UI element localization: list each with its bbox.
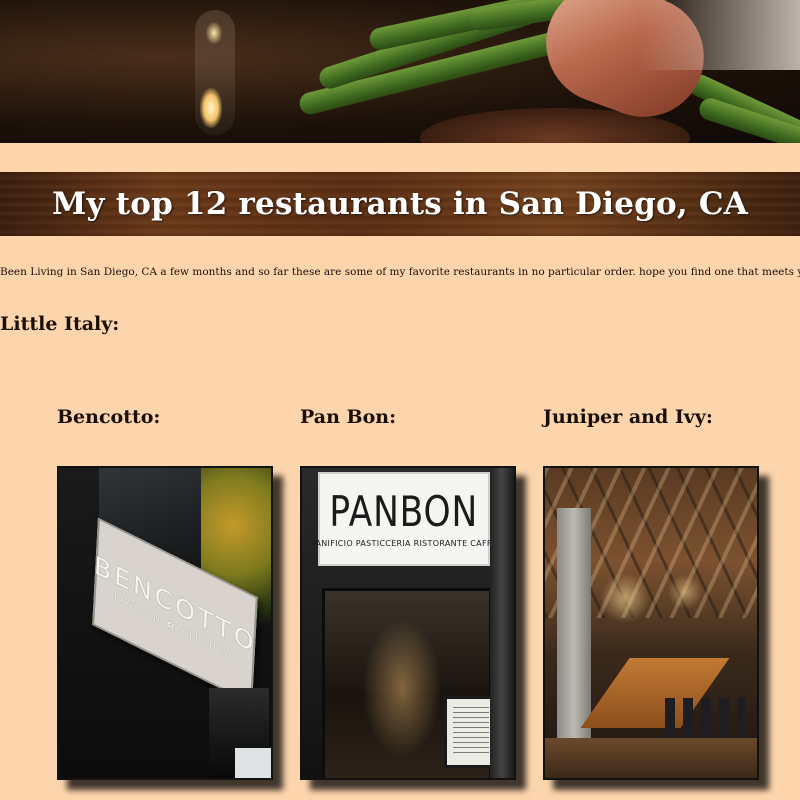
- restaurant-photo-pan-bon[interactable]: PANBON PANIFICIO PASTICCERIA RISTORANTE …: [300, 466, 516, 780]
- pendant-lights: [595, 568, 745, 628]
- restaurant-name-juniper-and-ivy: Juniper and Ivy:: [543, 406, 713, 428]
- panbon-sign: PANBON PANIFICIO PASTICCERIA RISTORANTE …: [311, 472, 497, 566]
- candle-light-decor: [206, 22, 222, 44]
- restaurant-name-pan-bon: Pan Bon:: [300, 406, 397, 428]
- sidewalk-highlight: [235, 748, 271, 778]
- page-title: My top 12 restaurants in San Diego, CA: [51, 186, 749, 222]
- interior-light: [362, 618, 442, 758]
- hero-banner-image: [0, 0, 800, 143]
- intro-text: Been Living in San Diego, CA a few month…: [0, 266, 800, 278]
- section-title: Little Italy:: [0, 313, 120, 335]
- candle-light-decor: [200, 88, 222, 128]
- panbon-sign-subtext: PANIFICIO PASTICCERIA RISTORANTE CAFFE: [310, 538, 498, 548]
- panbon-sign-text: PANBON: [329, 486, 479, 536]
- restaurant-photo-bencotto[interactable]: BENCOTTO ITALIAN ✿ KITCHEN: [57, 466, 273, 780]
- background-highlight: [640, 0, 800, 70]
- restaurant-photo-juniper-and-ivy[interactable]: [543, 466, 759, 780]
- building-column: [490, 468, 514, 778]
- restaurant-name-bencotto: Bencotto:: [57, 406, 161, 428]
- title-banner: My top 12 restaurants in San Diego, CA: [0, 172, 800, 236]
- floor: [545, 738, 757, 778]
